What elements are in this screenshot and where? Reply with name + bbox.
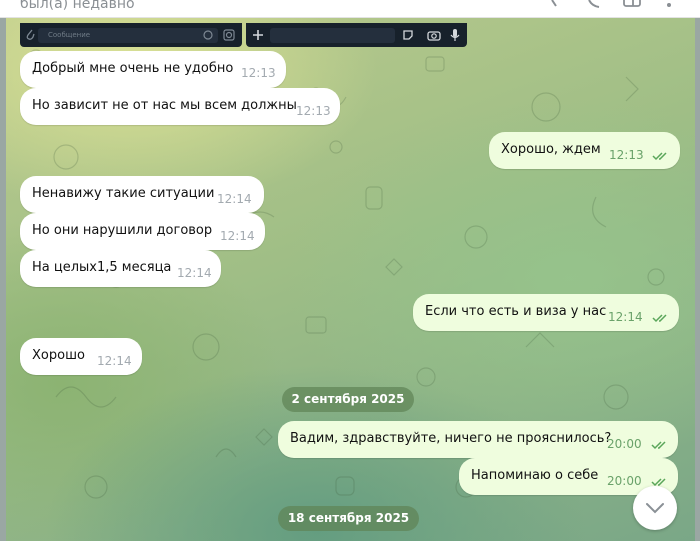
window-frame-right — [695, 0, 700, 541]
chevron-down-icon — [646, 503, 664, 514]
message-time: 20:00 — [607, 437, 642, 451]
message-text: Вадим, здравствуйте, ничего не прояснило… — [290, 431, 612, 446]
message-input-preview-2 — [270, 28, 395, 43]
placeholder-text: Сообщение — [48, 31, 91, 39]
message-time: 12:13 — [241, 66, 276, 80]
chat-header: был(а) недавно — [0, 0, 700, 18]
message-time: 12:14 — [177, 266, 212, 280]
camera-icon — [223, 29, 235, 41]
message-bubble-incoming[interactable]: Но зависит не от нас мы всем должны 12:1… — [20, 88, 340, 125]
plus-icon — [253, 30, 263, 40]
message-text: Хорошо — [32, 348, 85, 363]
attach-icon — [26, 29, 35, 40]
microphone-icon — [450, 29, 460, 41]
message-time: 20:00 — [607, 474, 642, 488]
sticker-icon — [403, 30, 413, 40]
message-text: Хорошо, ждем — [501, 142, 601, 157]
phone-icon[interactable] — [585, 0, 603, 8]
message-bubble-incoming[interactable]: Добрый мне очень не удобно 12:13 — [20, 51, 286, 88]
message-time: 12:13 — [609, 148, 644, 162]
search-icon[interactable] — [540, 0, 558, 8]
message-text: Ненавижу такие ситуации — [32, 186, 215, 201]
pasted-screenshot-right — [246, 23, 467, 47]
message-input-preview: Сообщение — [38, 28, 218, 43]
message-time: 12:14 — [97, 354, 132, 368]
message-time: 12:13 — [296, 104, 331, 118]
pasted-screenshot-left: Сообщение — [20, 23, 242, 47]
message-text: На целых1,5 месяца — [32, 260, 172, 275]
double-check-icon — [652, 314, 667, 323]
double-check-icon — [652, 152, 667, 161]
message-bubble-outgoing[interactable]: Если что есть и виза у нас 12:14 — [413, 294, 679, 331]
message-bubble-outgoing[interactable]: Вадим, здравствуйте, ничего не прояснило… — [278, 421, 678, 458]
message-time: 12:14 — [220, 229, 255, 243]
date-separator: 18 сентября 2025 — [278, 506, 419, 531]
message-text: Если что есть и виза у нас — [425, 304, 607, 319]
contact-status: был(а) недавно — [20, 0, 135, 12]
message-bubble-incoming[interactable]: Хорошо 12:14 — [20, 338, 142, 375]
message-bubble-incoming[interactable]: Но они нарушили договор 12:14 — [20, 213, 265, 250]
emoji-icon — [203, 30, 213, 40]
message-text: Но они нарушили договор — [32, 223, 213, 238]
message-bubble-incoming[interactable]: На целых1,5 месяца 12:14 — [20, 250, 221, 287]
message-time: 12:14 — [217, 192, 252, 206]
scroll-to-bottom-button[interactable] — [633, 486, 677, 530]
message-bubble-incoming[interactable]: Ненавижу такие ситуации 12:14 — [20, 176, 264, 213]
more-icon[interactable] — [664, 0, 674, 8]
message-text: Добрый мне очень не удобно — [32, 61, 234, 76]
double-check-icon — [651, 441, 666, 450]
date-separator: 2 сентября 2025 — [282, 387, 414, 412]
message-time: 12:14 — [608, 310, 643, 324]
message-bubble-outgoing[interactable]: Хорошо, ждем 12:13 — [489, 132, 680, 169]
sidebar-icon[interactable] — [622, 0, 642, 8]
camera-icon-2 — [427, 31, 441, 41]
message-text: Но зависит не от нас мы всем должны — [32, 98, 297, 113]
message-text: Напоминаю о себе — [471, 468, 599, 483]
